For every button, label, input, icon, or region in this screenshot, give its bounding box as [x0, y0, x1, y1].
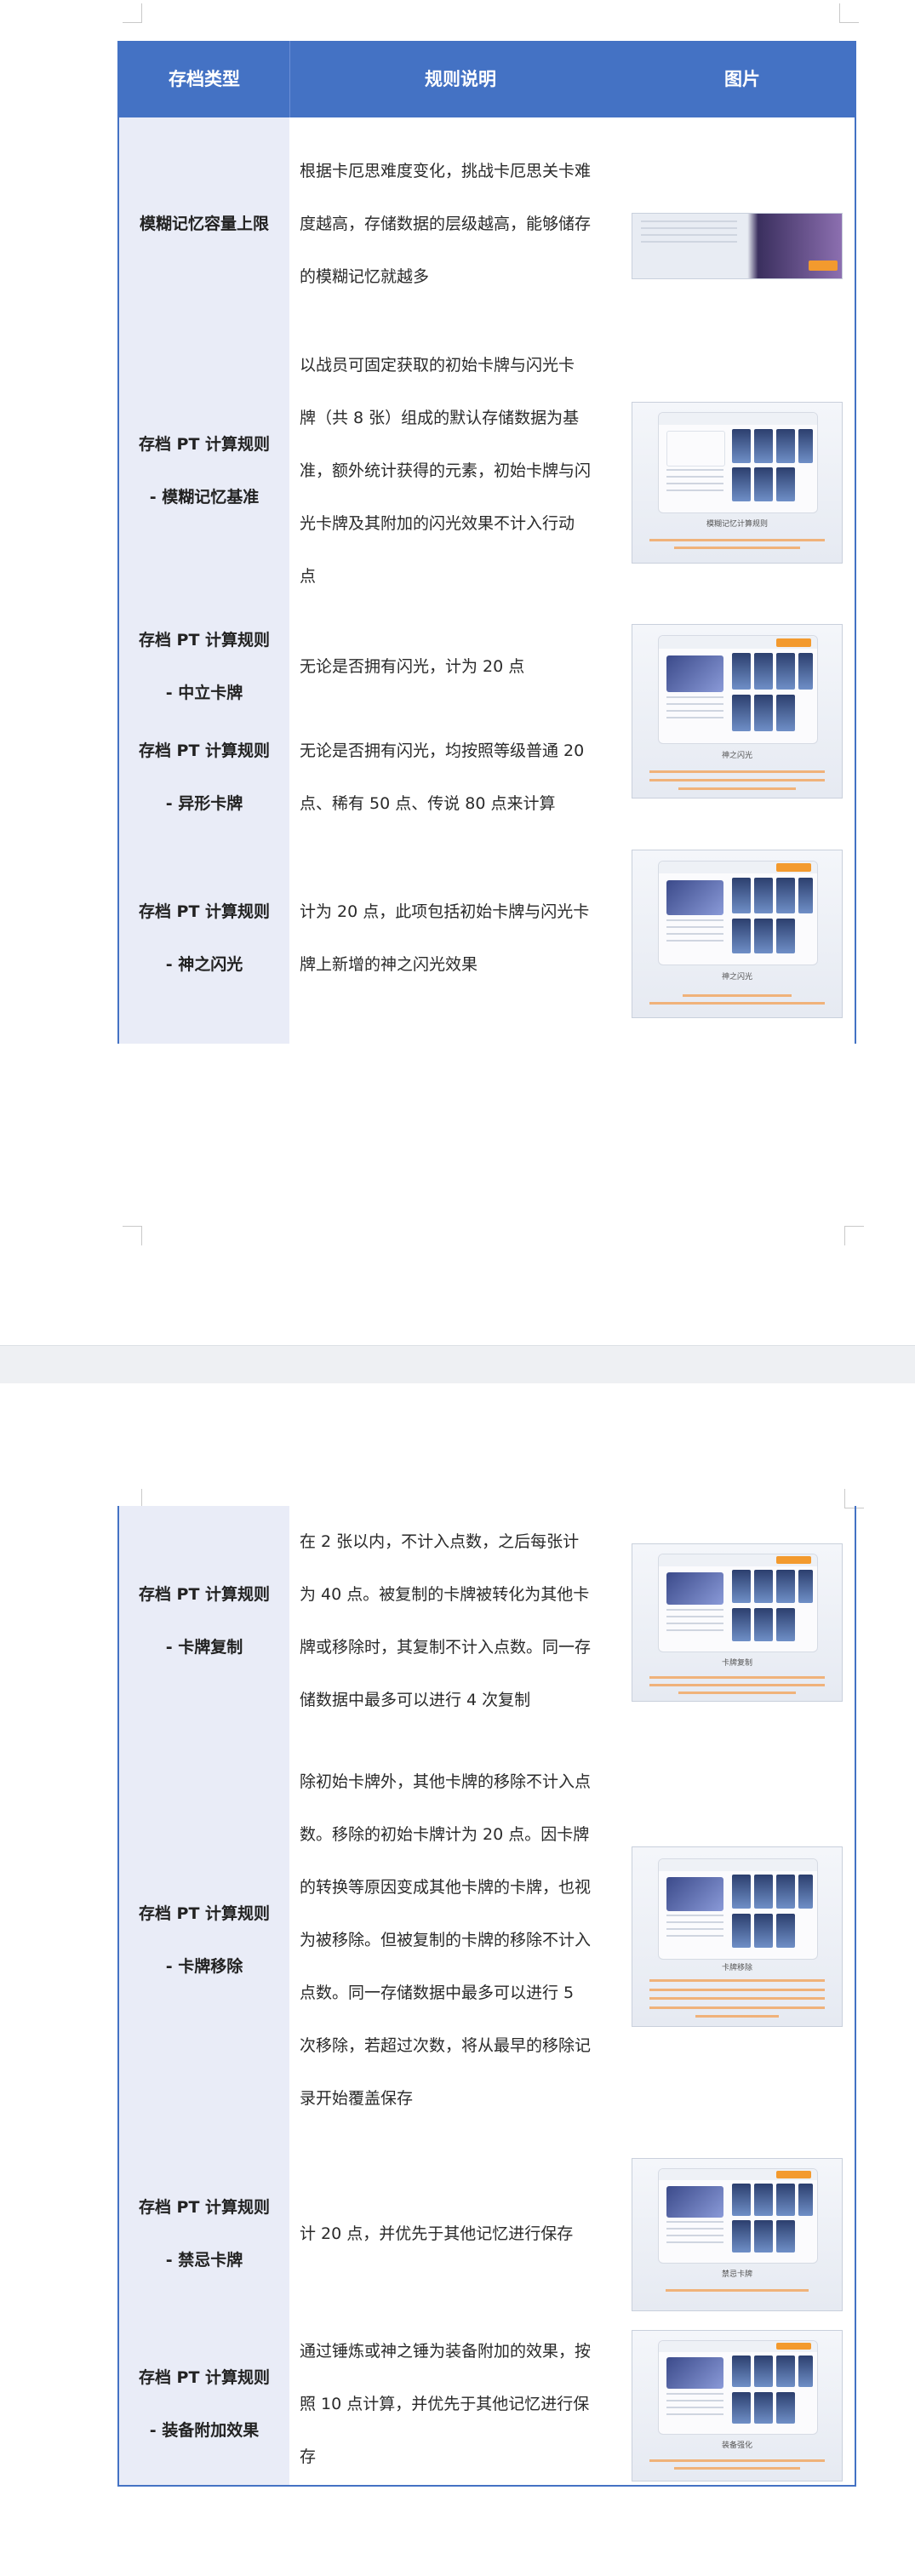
- page-corner-mark: [123, 3, 142, 23]
- row-description: 通过锤炼或神之锤为装备附加的效果，按照 10 点计算，并优先于其他记忆进行保存: [300, 2342, 592, 2466]
- row-type: 存档 PT 计算规则 - 卡牌移除: [138, 1904, 271, 1976]
- row-type: 存档 PT 计算规则 - 卡牌复制: [138, 1585, 271, 1657]
- page-separator: [0, 1345, 915, 1384]
- table-row: 存档 PT 计算规则 - 神之闪光 计为 20 点，此项包括初始卡牌与闪光卡 牌上新…: [119, 833, 855, 1044]
- screenshot-thumbnail: 卡牌移除: [632, 1846, 843, 2027]
- header-rule: 规则说明: [289, 41, 631, 117]
- rules-table-part-1: 存档类型 规则说明 图片 模糊记忆容量上限 根据卡厄思难度变化，挑战卡厄思关卡难…: [117, 41, 856, 1044]
- table-row: 存档 PT 计算规则 - 模糊记忆基准 以战员可固定获取的初始卡牌与闪光卡 牌（共 …: [119, 330, 855, 611]
- row-screenshot: 神之闪光: [632, 850, 843, 1018]
- row-type: 存档 PT 计算规则 - 模糊记忆基准: [138, 435, 271, 507]
- page-corner-mark: [839, 3, 859, 23]
- thumbnail-caption: 神之闪光: [721, 752, 752, 761]
- screenshot-thumbnail: 禁忌卡牌: [632, 2158, 843, 2311]
- row-type: 存档 PT 计算规则 - 装备附加效果: [138, 2368, 271, 2440]
- row-description: 除初始卡牌外，其他卡牌的移除不计入点 数。移除的初始卡牌计为 20 点。因卡牌 的转…: [300, 1772, 592, 2108]
- thumbnail-caption: 卡牌复制: [721, 1659, 752, 1669]
- screenshot-thumbnail: 神之闪光: [632, 624, 843, 799]
- row-screenshot: [632, 213, 843, 279]
- table-row: 存档 PT 计算规则 - 卡牌复制 在 2 张以内，不计入点数，之后每张计为 40…: [119, 1506, 855, 1736]
- row-type: 存档 PT 计算规则 - 异形卡牌: [138, 741, 271, 813]
- table-row: 存档 PT 计算规则 - 卡牌移除 除初始卡牌外，其他卡牌的移除不计入点 数。移除的…: [119, 1736, 855, 2144]
- row-description: 在 2 张以内，不计入点数，之后每张计为 40 点。被复制的卡牌被转化为其他卡牌…: [300, 1532, 592, 1709]
- screenshot-thumbnail: 模糊记忆计算规则: [632, 402, 843, 564]
- thumbnail-caption: 模糊记忆计算规则: [706, 520, 768, 530]
- thumbnail-caption: 卡牌移除: [721, 1964, 752, 1973]
- row-type: 模糊记忆容量上限: [139, 215, 269, 233]
- row-description: 计 20 点，并优先于其他记忆进行保存: [300, 2224, 574, 2243]
- table-row: 存档 PT 计算规则 - 装备附加效果 通过锤炼或神之锤为装备附加的效果，按照 1…: [119, 2323, 855, 2485]
- document-page-2: 存档 PT 计算规则 - 卡牌复制 在 2 张以内，不计入点数，之后每张计为 40…: [0, 1383, 915, 2576]
- screenshot-thumbnail: 卡牌复制: [632, 1543, 843, 1702]
- row-description: 根据卡厄思难度变化，挑战卡厄思关卡难 度越高，存储数据的层级越高，能够储存 的模糊记…: [300, 162, 592, 286]
- screenshot-thumbnail: 神之闪光: [632, 850, 843, 1018]
- row-description: 计为 20 点，此项包括初始卡牌与闪光卡 牌上新增的神之闪光效果: [300, 902, 590, 974]
- screenshot-thumbnail: 装备强化: [632, 2330, 843, 2482]
- row-description: 无论是否拥有闪光，计为 20 点: [300, 657, 525, 676]
- row-description: 以战员可固定获取的初始卡牌与闪光卡 牌（共 8 张）组成的默认存储数据为基 准，额外…: [300, 356, 592, 586]
- thumbnail-caption: 装备强化: [721, 2441, 752, 2450]
- header-image: 图片: [724, 69, 760, 89]
- document-page-1: 存档类型 规则说明 图片 模糊记忆容量上限 根据卡厄思难度变化，挑战卡厄思关卡难…: [0, 0, 915, 1345]
- screenshot-thumbnail: [632, 213, 843, 279]
- row-screenshot: 装备强化: [632, 2330, 843, 2482]
- row-screenshot: 模糊记忆计算规则: [632, 402, 843, 564]
- page-corner-mark: [123, 1226, 142, 1245]
- thumbnail-caption: 神之闪光: [721, 973, 752, 982]
- table-row: 存档 PT 计算规则 - 禁忌卡牌 计 20 点，并优先于其他记忆进行保存 禁忌卡…: [119, 2144, 855, 2323]
- row-type: 存档 PT 计算规则 - 中立卡牌: [138, 631, 271, 702]
- row-screenshot: 卡牌复制: [632, 1543, 843, 1702]
- rules-table-part-2: 存档 PT 计算规则 - 卡牌复制 在 2 张以内，不计入点数，之后每张计为 40…: [117, 1506, 856, 2487]
- row-screenshot: 卡牌移除: [632, 1846, 843, 2027]
- thumbnail-caption: 禁忌卡牌: [721, 2270, 752, 2280]
- table-header: 存档类型 规则说明 图片: [119, 41, 855, 117]
- table-row: 模糊记忆容量上限 根据卡厄思难度变化，挑战卡厄思关卡难 度越高，存储数据的层级越高…: [119, 117, 855, 330]
- row-description: 无论是否拥有闪光，均按照等级普通 20 点、稀有 50 点、传说 80 点来计算: [300, 741, 585, 813]
- page-corner-mark: [844, 1226, 864, 1245]
- row-screenshot: 禁忌卡牌: [632, 2158, 843, 2311]
- row-type: 存档 PT 计算规则 - 禁忌卡牌: [138, 2198, 271, 2270]
- row-screenshot: 神之闪光: [632, 624, 843, 799]
- row-type: 存档 PT 计算规则 - 神之闪光: [138, 902, 271, 974]
- header-type: 存档类型: [169, 69, 240, 89]
